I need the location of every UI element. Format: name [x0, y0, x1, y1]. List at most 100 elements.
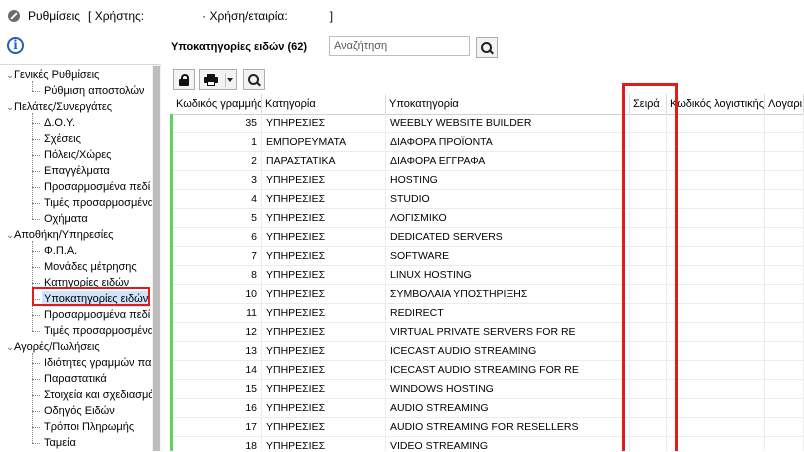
table-row[interactable]: 1 ΕΜΠΟΡΕΥΜΑΤΑ ΔΙΑΦΟΡΑ ΠΡΟΪΟΝΤΑ — [173, 133, 804, 152]
table-cell-col-code[interactable]: 6 — [173, 228, 262, 247]
table-cell-col-accounting-code[interactable] — [667, 380, 765, 399]
table-cell-col-category[interactable]: ΥΠΗΡΕΣΙΕΣ — [262, 247, 386, 266]
table-cell-col-category[interactable]: ΥΠΗΡΕΣΙΕΣ — [262, 418, 386, 437]
column-header-col-code[interactable]: Κωδικός γραμμής — [173, 94, 262, 114]
table-cell-col-category[interactable]: ΥΠΗΡΕΣΙΕΣ — [262, 190, 386, 209]
table-row[interactable]: 11 ΥΠΗΡΕΣΙΕΣ REDIRECT — [173, 304, 804, 323]
table-row[interactable]: 17 ΥΠΗΡΕΣΙΕΣ AUDIO STREAMING FOR RESELLERS — [173, 418, 804, 437]
table-cell-col-category[interactable]: ΥΠΗΡΕΣΙΕΣ — [262, 323, 386, 342]
table-cell-col-subcategory[interactable]: ICECAST AUDIO STREAMING FOR RE — [386, 361, 630, 380]
table-cell-col-subcategory[interactable]: ΣΥΜΒΟΛΑΙΑ ΥΠΟΣΤΗΡΙΞΗΣ — [386, 285, 630, 304]
table-cell-col-code[interactable]: 14 — [173, 361, 262, 380]
table-cell-col-code[interactable]: 1 — [173, 133, 262, 152]
table-cell-col-account[interactable] — [765, 342, 804, 361]
table-cell-col-account[interactable] — [765, 361, 804, 380]
table-cell-col-category[interactable]: ΥΠΗΡΕΣΙΕΣ — [262, 361, 386, 380]
table-row[interactable]: 6 ΥΠΗΡΕΣΙΕΣ DEDICATED SERVERS — [173, 228, 804, 247]
table-cell-col-category[interactable]: ΥΠΗΡΕΣΙΕΣ — [262, 171, 386, 190]
table-cell-col-account[interactable] — [765, 418, 804, 437]
table-cell-col-account[interactable] — [765, 190, 804, 209]
table-cell-col-accounting-code[interactable] — [667, 437, 765, 451]
table-cell-col-account[interactable] — [765, 133, 804, 152]
table-cell-col-subcategory[interactable]: WINDOWS HOSTING — [386, 380, 630, 399]
table-cell-col-account[interactable] — [765, 266, 804, 285]
table-row[interactable]: 14 ΥΠΗΡΕΣΙΕΣ ICECAST AUDIO STREAMING FOR R… — [173, 361, 804, 380]
table-cell-col-accounting-code[interactable] — [667, 247, 765, 266]
table-cell-col-accounting-code[interactable] — [667, 114, 765, 133]
table-cell-col-accounting-code[interactable] — [667, 152, 765, 171]
column-header-col-accounting-code[interactable]: Κωδικός λογιστικής — [667, 94, 765, 114]
table-cell-col-accounting-code[interactable] — [667, 418, 765, 437]
table-cell-col-accounting-code[interactable] — [667, 133, 765, 152]
table-cell-col-category[interactable]: ΠΑΡΑΣΤΑΤΙΚΑ — [262, 152, 386, 171]
chevron-down-icon[interactable] — [227, 78, 233, 82]
table-row[interactable]: 8 ΥΠΗΡΕΣΙΕΣ LINUX HOSTING — [173, 266, 804, 285]
column-header-col-subcategory[interactable]: Υποκατηγορία — [386, 94, 630, 114]
table-row[interactable]: 5 ΥΠΗΡΕΣΙΕΣ ΛΟΓΙΣΜΙΚΟ — [173, 209, 804, 228]
table-cell-col-account[interactable] — [765, 171, 804, 190]
table-cell-col-category[interactable]: ΥΠΗΡΕΣΙΕΣ — [262, 285, 386, 304]
table-cell-col-subcategory[interactable]: DEDICATED SERVERS — [386, 228, 630, 247]
table-cell-col-subcategory[interactable]: LINUX HOSTING — [386, 266, 630, 285]
table-row[interactable]: 13 ΥΠΗΡΕΣΙΕΣ ICECAST AUDIO STREAMING — [173, 342, 804, 361]
table-cell-col-category[interactable]: ΥΠΗΡΕΣΙΕΣ — [262, 304, 386, 323]
table-cell-col-code[interactable]: 10 — [173, 285, 262, 304]
table-cell-col-accounting-code[interactable] — [667, 399, 765, 418]
table-cell-col-subcategory[interactable]: VIDEO STREAMING — [386, 437, 630, 451]
table-cell-col-account[interactable] — [765, 228, 804, 247]
table-row[interactable]: 12 ΥΠΗΡΕΣΙΕΣ VIRTUAL PRIVATE SERVERS FOR R… — [173, 323, 804, 342]
table-cell-col-subcategory[interactable]: STUDIO — [386, 190, 630, 209]
table-cell-col-code[interactable]: 16 — [173, 399, 262, 418]
column-header-col-category[interactable]: Κατηγορία — [262, 94, 386, 114]
table-cell-col-subcategory[interactable]: AUDIO STREAMING — [386, 399, 630, 418]
table-cell-col-accounting-code[interactable] — [667, 228, 765, 247]
lock-button[interactable] — [173, 69, 195, 90]
table-cell-col-subcategory[interactable]: REDIRECT — [386, 304, 630, 323]
search-input[interactable] — [329, 36, 470, 56]
table-cell-col-code[interactable]: 18 — [173, 437, 262, 451]
table-cell-col-accounting-code[interactable] — [667, 323, 765, 342]
table-cell-col-account[interactable] — [765, 304, 804, 323]
table-row[interactable]: 2 ΠΑΡΑΣΤΑΤΙΚΑ ΔΙΑΦΟΡΑ ΕΓΓΡΑΦΑ — [173, 152, 804, 171]
table-cell-col-code[interactable]: 15 — [173, 380, 262, 399]
table-cell-col-code[interactable]: 35 — [173, 114, 262, 133]
table-cell-col-code[interactable]: 2 — [173, 152, 262, 171]
table-cell-col-category[interactable]: ΥΠΗΡΕΣΙΕΣ — [262, 228, 386, 247]
table-cell-col-subcategory[interactable]: AUDIO STREAMING FOR RESELLERS — [386, 418, 630, 437]
print-button[interactable] — [199, 69, 237, 90]
table-cell-col-accounting-code[interactable] — [667, 171, 765, 190]
table-cell-col-category[interactable]: ΥΠΗΡΕΣΙΕΣ — [262, 209, 386, 228]
table-cell-col-account[interactable] — [765, 152, 804, 171]
table-row[interactable]: 7 ΥΠΗΡΕΣΙΕΣ SOFTWARE — [173, 247, 804, 266]
table-row[interactable]: 15 ΥΠΗΡΕΣΙΕΣ WINDOWS HOSTING — [173, 380, 804, 399]
table-cell-col-account[interactable] — [765, 399, 804, 418]
find-button[interactable] — [243, 69, 265, 90]
table-cell-col-subcategory[interactable]: WEEBLY WEBSITE BUILDER — [386, 114, 630, 133]
table-cell-col-category[interactable]: ΥΠΗΡΕΣΙΕΣ — [262, 114, 386, 133]
table-cell-col-code[interactable]: 5 — [173, 209, 262, 228]
search-button[interactable] — [476, 37, 498, 58]
table-cell-col-category[interactable]: ΥΠΗΡΕΣΙΕΣ — [262, 266, 386, 285]
table-cell-col-code[interactable]: 12 — [173, 323, 262, 342]
table-cell-col-code[interactable]: 17 — [173, 418, 262, 437]
table-cell-col-subcategory[interactable]: ΔΙΑΦΟΡΑ ΠΡΟΪΟΝΤΑ — [386, 133, 630, 152]
table-cell-col-account[interactable] — [765, 437, 804, 451]
table-cell-col-account[interactable] — [765, 285, 804, 304]
table-cell-col-accounting-code[interactable] — [667, 266, 765, 285]
table-cell-col-category[interactable]: ΥΠΗΡΕΣΙΕΣ — [262, 437, 386, 451]
table-cell-col-code[interactable]: 4 — [173, 190, 262, 209]
table-cell-col-subcategory[interactable]: VIRTUAL PRIVATE SERVERS FOR RE — [386, 323, 630, 342]
table-row[interactable]: 16 ΥΠΗΡΕΣΙΕΣ AUDIO STREAMING — [173, 399, 804, 418]
table-cell-col-category[interactable]: ΥΠΗΡΕΣΙΕΣ — [262, 399, 386, 418]
table-row[interactable]: 18 ΥΠΗΡΕΣΙΕΣ VIDEO STREAMING — [173, 437, 804, 451]
table-cell-col-accounting-code[interactable] — [667, 285, 765, 304]
table-cell-col-code[interactable]: 7 — [173, 247, 262, 266]
table-cell-col-category[interactable]: ΥΠΗΡΕΣΙΕΣ — [262, 342, 386, 361]
info-icon[interactable]: i — [7, 37, 24, 54]
table-cell-col-accounting-code[interactable] — [667, 190, 765, 209]
table-cell-col-account[interactable] — [765, 323, 804, 342]
table-cell-col-accounting-code[interactable] — [667, 304, 765, 323]
table-cell-col-accounting-code[interactable] — [667, 361, 765, 380]
table-cell-col-category[interactable]: ΥΠΗΡΕΣΙΕΣ — [262, 380, 386, 399]
table-row[interactable]: 4 ΥΠΗΡΕΣΙΕΣ STUDIO — [173, 190, 804, 209]
